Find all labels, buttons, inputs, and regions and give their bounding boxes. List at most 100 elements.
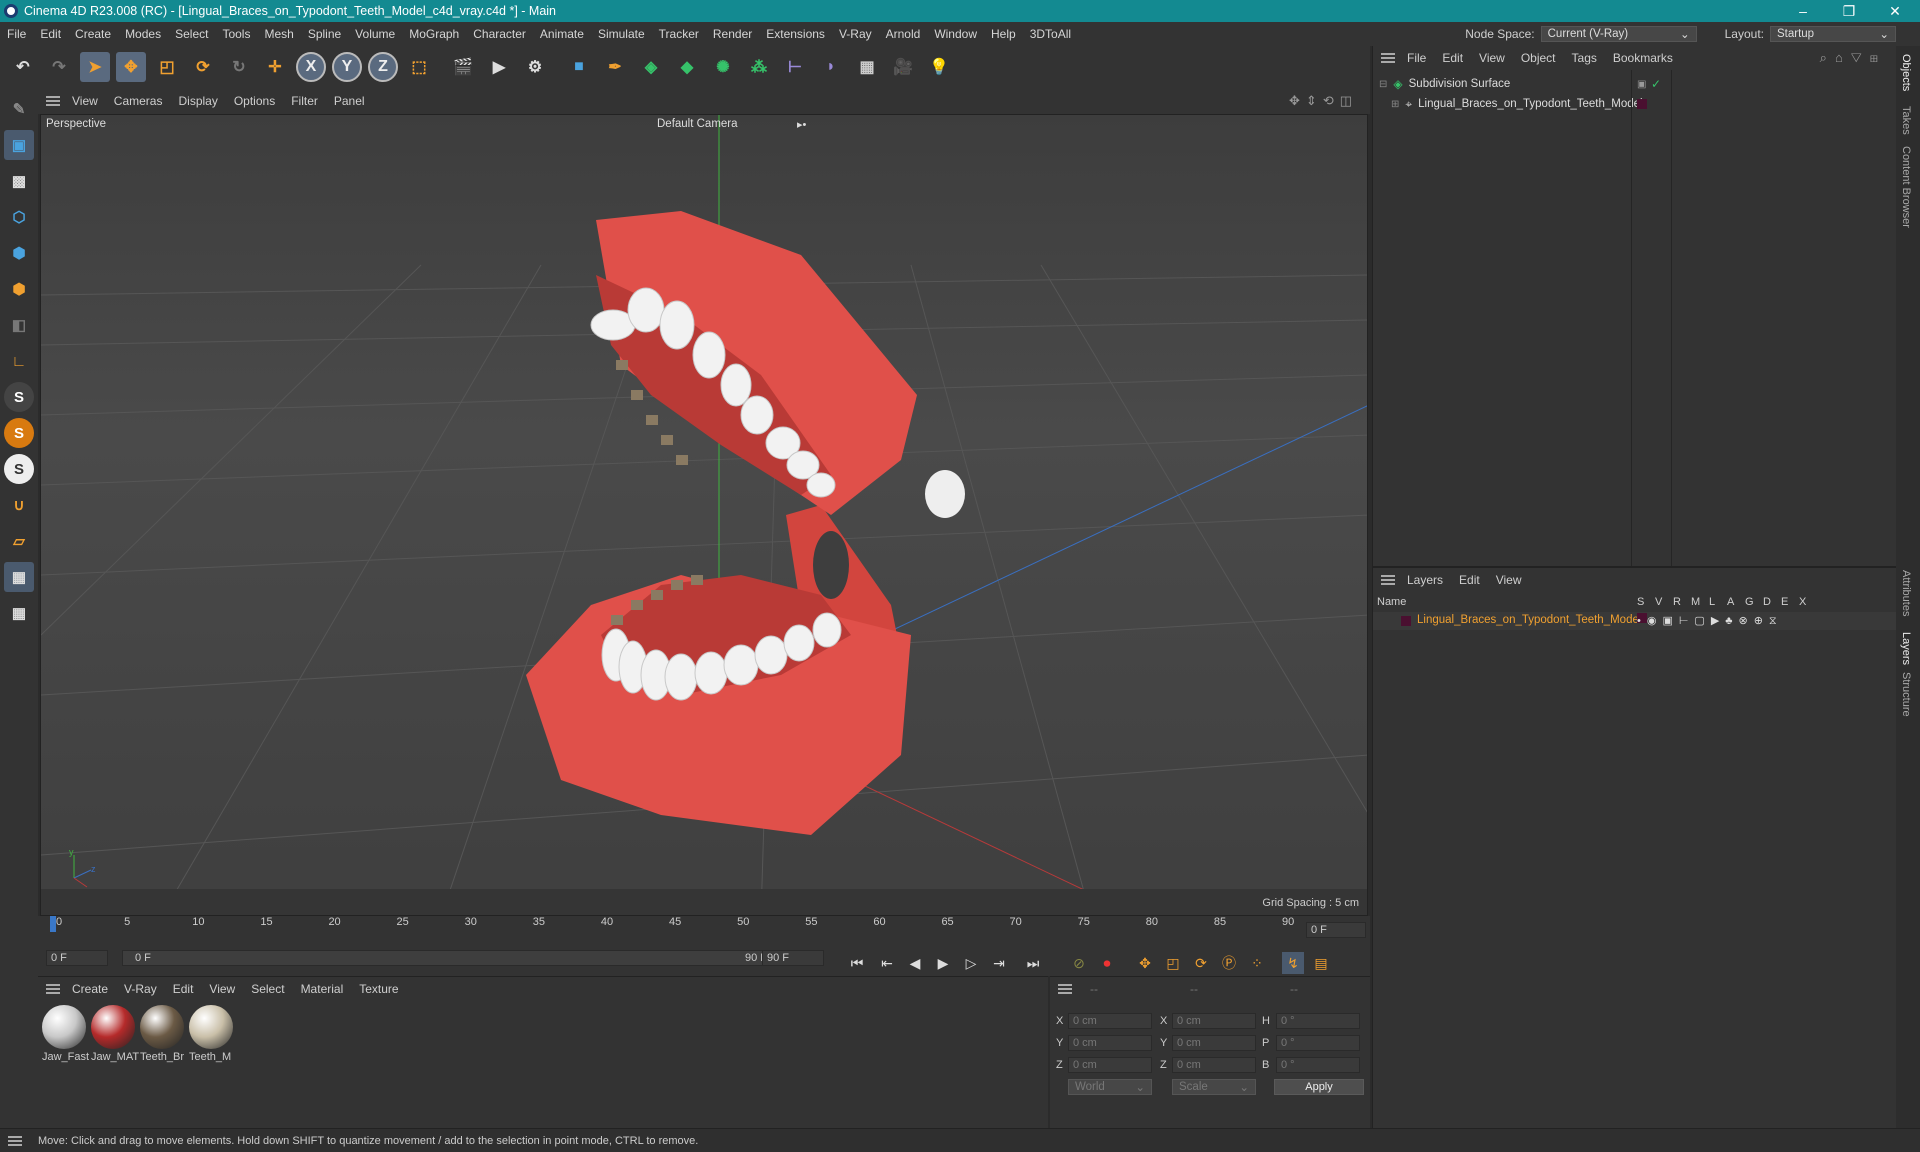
magnet-icon[interactable]: ∪ [4, 490, 34, 520]
scale-icon[interactable]: ◰ [152, 52, 182, 82]
menu-modes[interactable]: Modes [118, 27, 168, 41]
layer-toggle-icons[interactable]: •◉▣⊢▢▶♣⊗⊕⧖ [1637, 614, 1783, 628]
object-menu-tags[interactable]: Tags [1564, 51, 1605, 65]
viewport-menu-view[interactable]: View [64, 94, 106, 108]
position-z-field[interactable]: 0 cm [1068, 1057, 1152, 1073]
menu-tracker[interactable]: Tracker [652, 27, 706, 41]
coord-system-icon[interactable]: ⬚ [404, 52, 434, 82]
viewport-menu-display[interactable]: Display [170, 94, 225, 108]
menu-help[interactable]: Help [984, 27, 1023, 41]
select-arrow-icon[interactable]: ➤ [80, 52, 110, 82]
menu-arnold[interactable]: Arnold [879, 27, 928, 41]
size-x-field[interactable]: 0 cm [1172, 1013, 1256, 1029]
tab-layers[interactable]: Layers [1900, 632, 1912, 665]
grid-lock-icon[interactable]: ▦ [4, 598, 34, 628]
tab-content-browser[interactable]: Content Browser [1900, 146, 1912, 228]
prev-frame-icon[interactable]: ◀ [904, 952, 926, 974]
camera-icon[interactable]: 🎥 [888, 52, 918, 82]
pen-icon[interactable]: ✒ [600, 52, 630, 82]
frame-range-slider[interactable]: 0 F 90 F [122, 950, 782, 966]
layer-row[interactable]: Lingual_Braces_on_Typodont_Teeth_Model •… [1373, 612, 1897, 630]
play-icon[interactable]: ▶ [932, 952, 954, 974]
material-menu-select[interactable]: Select [243, 982, 292, 996]
rotation-h-field[interactable]: 0 ° [1276, 1013, 1360, 1029]
deformer-icon[interactable]: ◗ [816, 52, 846, 82]
render-view-icon[interactable]: ▶ [484, 52, 514, 82]
grid-snap-icon[interactable]: ▦ [4, 562, 34, 592]
playhead[interactable] [50, 916, 56, 932]
material-thumb-teeth-m[interactable] [189, 1005, 233, 1049]
tab-objects[interactable]: Objects [1900, 54, 1912, 91]
light-icon[interactable]: 💡 [924, 52, 954, 82]
layer-menu-edit[interactable]: Edit [1451, 573, 1488, 587]
material-menu-create[interactable]: Create [64, 982, 116, 996]
snap-s-icon[interactable]: S [4, 382, 34, 412]
object-search-filter-icons[interactable]: ⌕⌂▽⊞ [1820, 50, 1886, 66]
rotation-p-field[interactable]: 0 ° [1276, 1035, 1360, 1051]
3d-viewport[interactable]: y z x Perspective Default Camera ▸• Grid… [40, 114, 1368, 916]
menu-extensions[interactable]: Extensions [759, 27, 832, 41]
menu-tools[interactable]: Tools [215, 27, 257, 41]
node-space-dropdown[interactable]: Current (V-Ray) ⌄ [1540, 26, 1697, 42]
symmetry-icon[interactable]: ⊢ [780, 52, 810, 82]
texture-mode-icon[interactable]: ▩ [4, 166, 34, 196]
menu-volume[interactable]: Volume [348, 27, 402, 41]
menu-window[interactable]: Window [927, 27, 984, 41]
material-menu-texture[interactable]: Texture [351, 982, 406, 996]
object-menu-object[interactable]: Object [1513, 51, 1564, 65]
timeline-mode-icon[interactable]: ↯ [1282, 952, 1304, 974]
polygons-mode-icon[interactable]: ⬢ [4, 274, 34, 304]
apply-button[interactable]: Apply [1274, 1079, 1364, 1095]
y-axis-icon[interactable]: Y [332, 52, 362, 82]
viewport-menu-panel[interactable]: Panel [326, 94, 373, 108]
timeline-window-icon[interactable]: ▤ [1310, 952, 1332, 974]
menu-create[interactable]: Create [68, 27, 118, 41]
cube-icon[interactable]: ■ [564, 52, 594, 82]
key-rotation-icon[interactable]: ⟳ [1190, 952, 1212, 974]
uv-mode-icon[interactable]: ◧ [4, 310, 34, 340]
workplane-icon[interactable]: ∟ [4, 346, 34, 376]
restore-button[interactable]: ❐ [1826, 0, 1872, 22]
material-menu-icon[interactable] [46, 984, 60, 994]
render-settings-icon[interactable]: ⚙ [520, 52, 550, 82]
object-menu-icon[interactable] [1381, 53, 1395, 63]
menu-file[interactable]: File [0, 27, 33, 41]
object-menu-bookmarks[interactable]: Bookmarks [1605, 51, 1681, 65]
material-thumb-teeth-br[interactable] [140, 1005, 184, 1049]
start-frame-field[interactable]: 0 F [46, 950, 108, 966]
material-menu-vray[interactable]: V-Ray [116, 982, 165, 996]
rotation-b-field[interactable]: 0 ° [1276, 1057, 1360, 1073]
z-axis-icon[interactable]: Z [368, 52, 398, 82]
coords-menu-icon[interactable] [1058, 984, 1072, 994]
layer-menu-layers[interactable]: Layers [1399, 573, 1451, 587]
end-frame-field[interactable]: 90 F [762, 950, 824, 966]
camera-label[interactable]: Default Camera [657, 118, 738, 130]
material-thumb-jaw-fast[interactable] [42, 1005, 86, 1049]
rotate-icon[interactable]: ⟳ [188, 52, 218, 82]
snap-s-orange-icon[interactable]: S [4, 418, 34, 448]
tab-attributes[interactable]: Attributes [1900, 570, 1912, 616]
grid-plane-icon[interactable]: ▱ [4, 526, 34, 556]
close-button[interactable]: ✕ [1872, 0, 1918, 22]
snap-s-white-icon[interactable]: S [4, 454, 34, 484]
menu-render[interactable]: Render [706, 27, 759, 41]
key-param-icon[interactable]: Ⓟ [1218, 952, 1240, 974]
timeline-ruler[interactable]: 0 5 10 15 20 25 30 35 40 45 50 55 60 65 70 75 80 85 90 [48, 916, 1304, 932]
minimize-button[interactable]: – [1780, 0, 1826, 22]
status-menu-icon[interactable] [8, 1135, 22, 1146]
menu-vray[interactable]: V-Ray [832, 27, 879, 41]
material-menu-edit[interactable]: Edit [165, 982, 202, 996]
tab-takes[interactable]: Takes [1900, 106, 1912, 135]
record-disabled-icon[interactable]: ⊘ [1068, 952, 1090, 974]
expand-icon[interactable]: ⊞ [1391, 99, 1399, 110]
key-position-icon[interactable]: ✥ [1134, 952, 1156, 974]
edges-mode-icon[interactable]: ⬢ [4, 238, 34, 268]
layer-name[interactable]: Lingual_Braces_on_Typodont_Teeth_Model [1417, 614, 1641, 626]
menu-mesh[interactable]: Mesh [257, 27, 300, 41]
object-menu-view[interactable]: View [1471, 51, 1513, 65]
object-row-model[interactable]: ⊞ ⌖ Lingual_Braces_on_Typodont_Teeth_Mod… [1373, 94, 1897, 114]
move-icon[interactable]: ✥ [116, 52, 146, 82]
subdivision-icon[interactable]: ◈ [636, 52, 666, 82]
add-icon[interactable]: ✛ [260, 52, 290, 82]
key-pla-icon[interactable]: ⁘ [1246, 952, 1268, 974]
